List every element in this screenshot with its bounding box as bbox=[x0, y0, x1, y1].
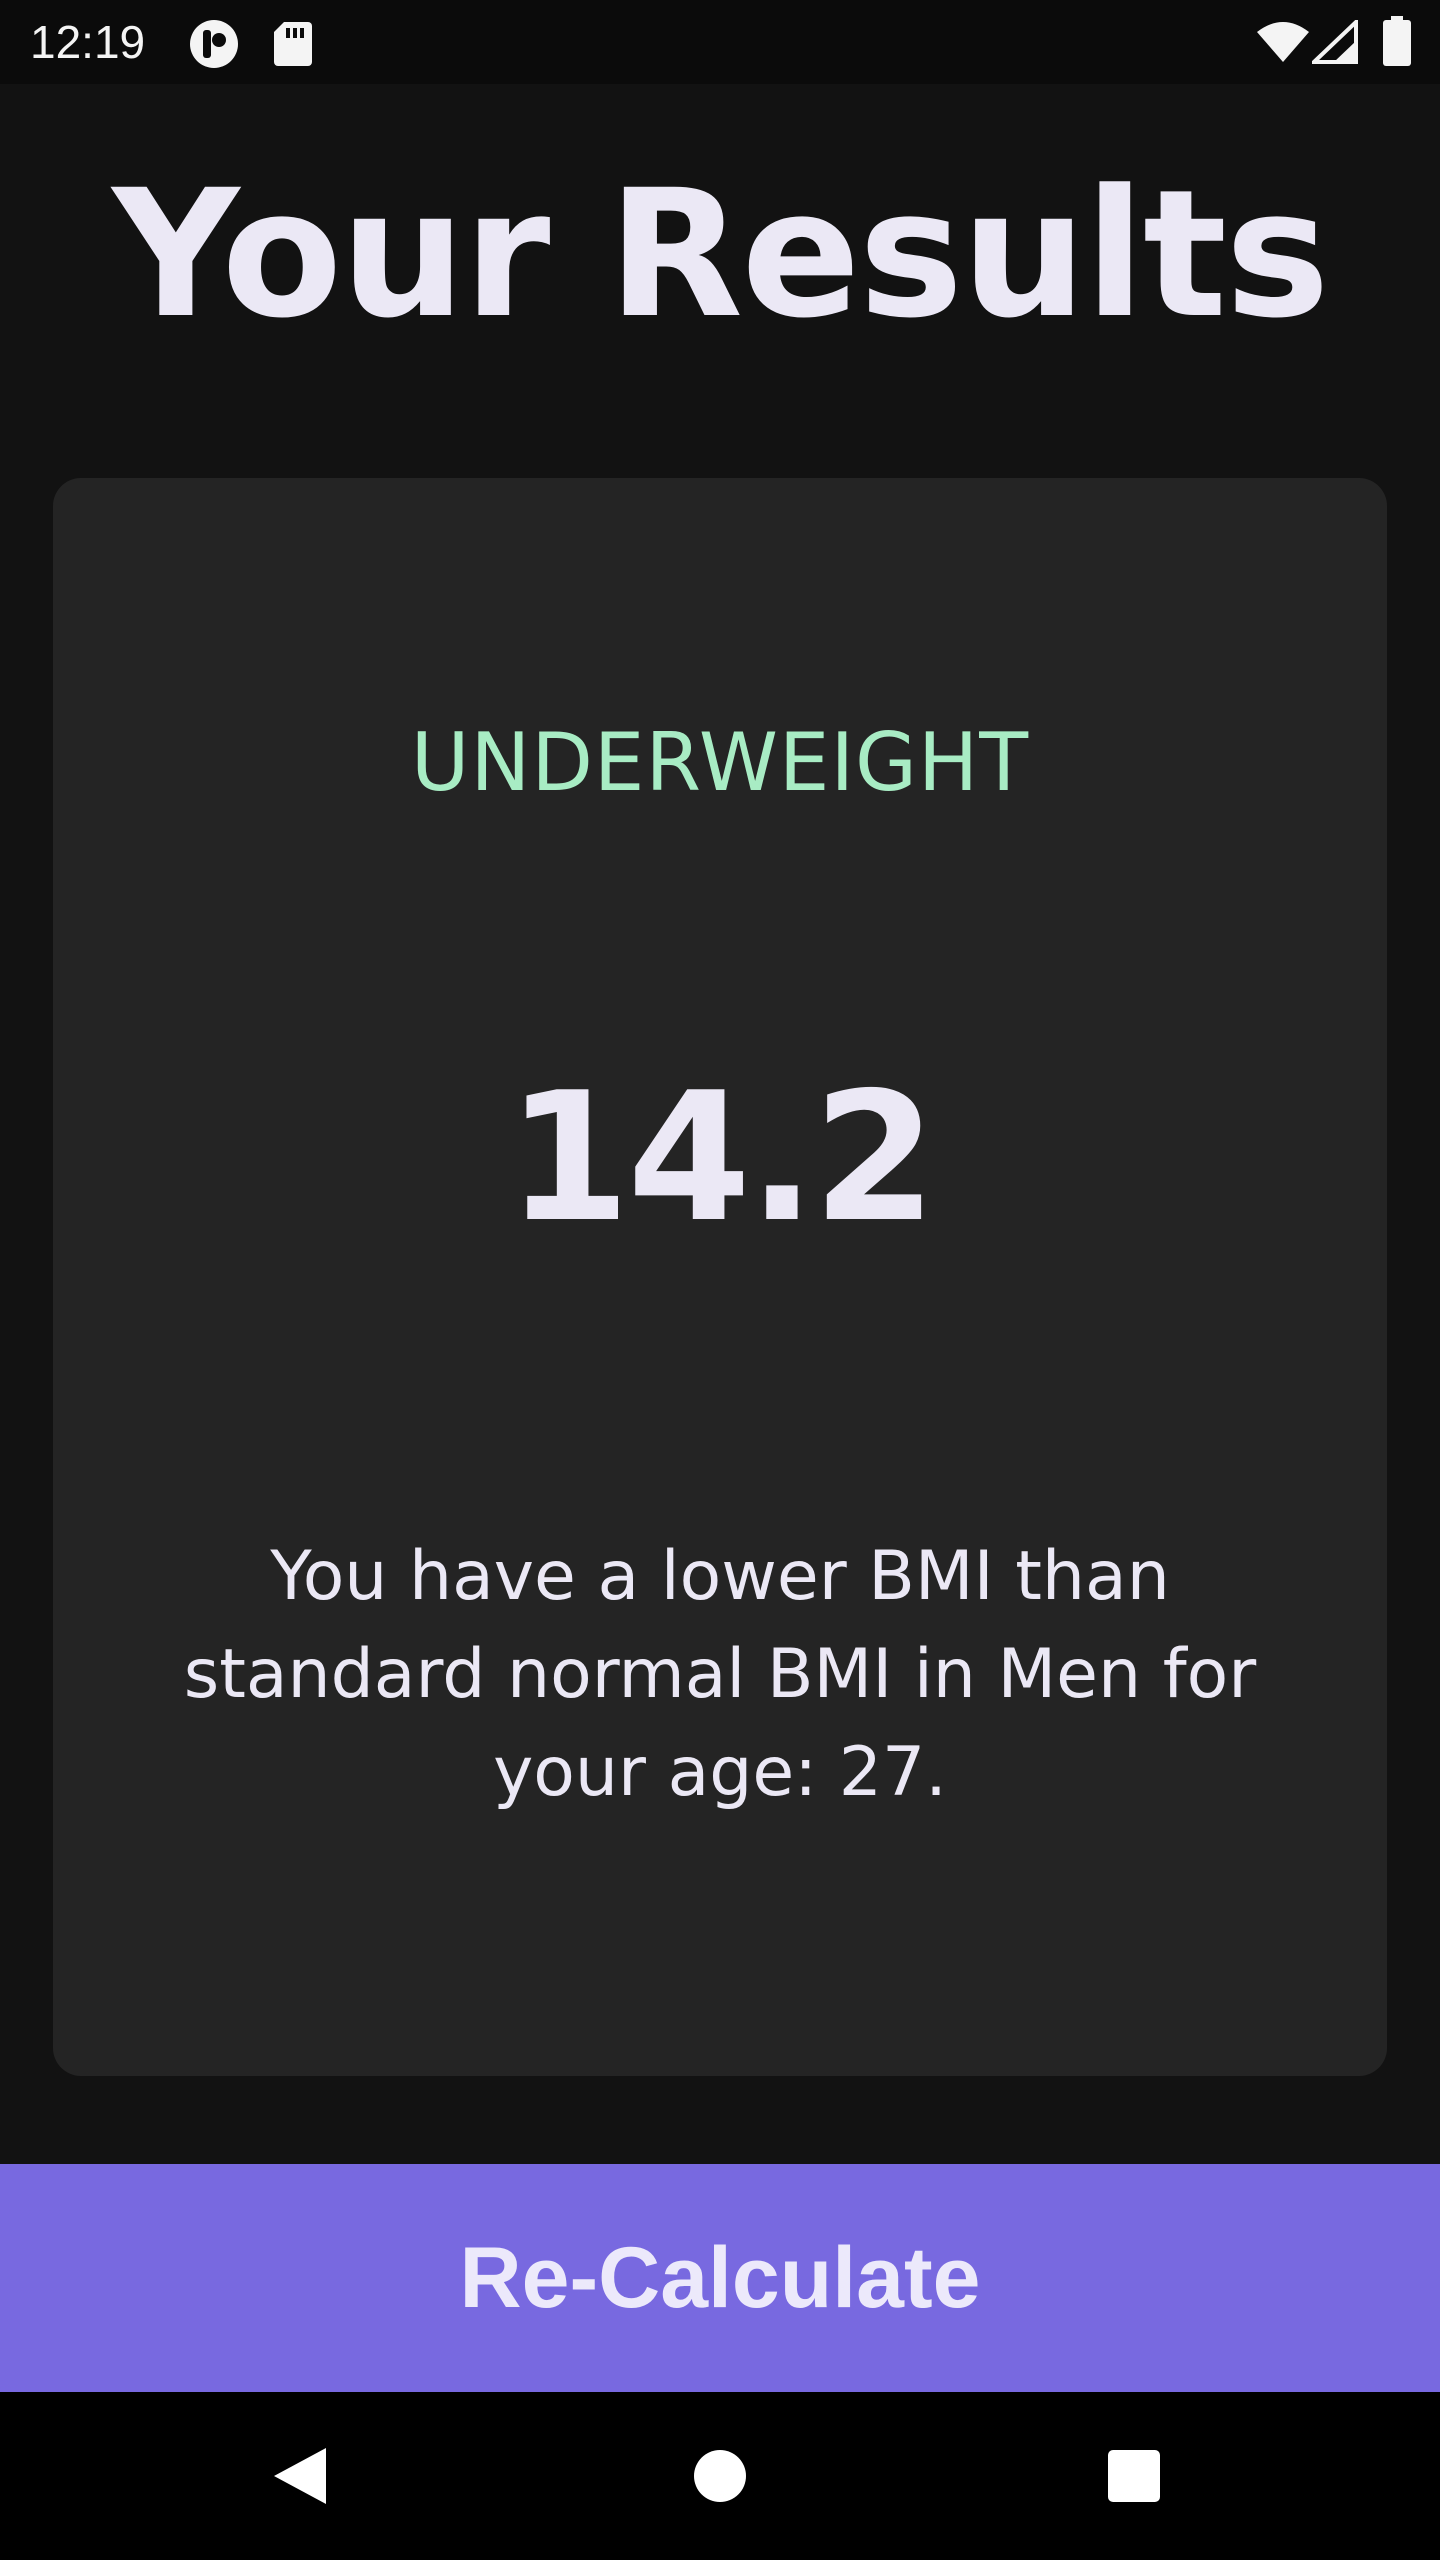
signal-icon bbox=[1309, 17, 1358, 68]
results-screen: 12:19 Your Results UNDERWEIGHT 14.2 You … bbox=[0, 0, 1440, 2560]
wifi-icon bbox=[1256, 20, 1310, 68]
page-title: Your Results bbox=[112, 152, 1330, 357]
recalculate-button-label: Re-Calculate bbox=[459, 2229, 981, 2326]
result-card: UNDERWEIGHT 14.2 You have a lower BMI th… bbox=[53, 478, 1387, 2076]
status-time: 12:19 bbox=[30, 16, 146, 68]
bmi-interpretation-text: You have a lower BMI than standard norma… bbox=[183, 1537, 1257, 1812]
status-bar: 12:19 bbox=[0, 0, 1440, 84]
sd-card-icon bbox=[272, 20, 314, 70]
system-nav-bar bbox=[0, 2392, 1440, 2560]
bmi-category-label: UNDERWEIGHT bbox=[410, 716, 1030, 809]
notification-icon bbox=[188, 18, 240, 74]
recents-icon[interactable] bbox=[1084, 2426, 1184, 2526]
home-icon[interactable] bbox=[670, 2426, 770, 2526]
back-icon[interactable] bbox=[250, 2426, 350, 2526]
bmi-value: 14.2 bbox=[506, 1054, 936, 1261]
recalculate-button[interactable]: Re-Calculate bbox=[0, 2164, 1440, 2392]
battery-icon bbox=[1382, 16, 1412, 70]
